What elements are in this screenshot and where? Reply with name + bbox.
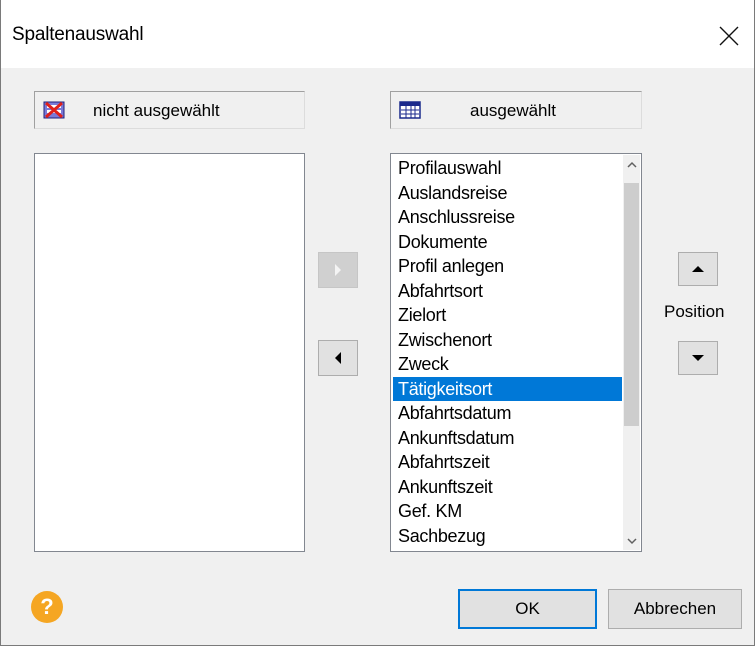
selected-list-scrollbar[interactable] <box>623 155 640 550</box>
arrow-right-icon <box>335 264 341 276</box>
close-icon <box>719 26 739 46</box>
chevron-down-icon <box>626 537 637 544</box>
list-item[interactable]: Profil anlegen <box>393 254 622 279</box>
list-item[interactable]: Zwischenort <box>393 328 622 353</box>
selected-label: ausgewählt <box>470 101 557 120</box>
window-title: Spaltenauswahl <box>12 24 144 45</box>
list-item[interactable]: Abfahrtsdatum <box>393 401 622 426</box>
arrow-up-icon <box>692 266 704 272</box>
list-item[interactable]: Profilauswahl <box>393 156 622 181</box>
add-column-button[interactable] <box>318 252 358 288</box>
list-item[interactable]: Ankunftszeit <box>393 475 622 500</box>
selected-header: ausgewählt <box>390 91 642 129</box>
list-item[interactable]: Tätigkeitsort <box>393 376 622 401</box>
list-item[interactable]: Zweck <box>393 352 622 377</box>
list-item[interactable]: Ankunftsdatum <box>393 426 622 451</box>
not-selected-header: nicht ausgewählt <box>34 91 305 129</box>
list-item[interactable]: Gef. KM <box>393 499 622 524</box>
list-item[interactable]: Abfahrtsort <box>393 279 622 304</box>
move-up-button[interactable] <box>678 252 718 286</box>
columns-table-icon <box>399 101 421 119</box>
arrow-down-icon <box>692 355 704 361</box>
arrow-left-icon <box>335 352 341 364</box>
help-button[interactable]: ? <box>31 591 63 623</box>
selected-list[interactable]: Profilauswahl Auslandsreise Anschlussreise… <box>390 153 642 552</box>
selected-list-items: Profilauswahl Auslandsreise Anschlussreise… <box>393 156 622 549</box>
position-label: Position <box>664 302 725 321</box>
chevron-up-icon <box>626 161 637 168</box>
ok-button-label: OK <box>515 599 540 618</box>
list-item[interactable]: Auslandsreise <box>393 181 622 206</box>
columns-removed-icon <box>43 101 65 119</box>
cancel-button[interactable]: Abbrechen <box>608 589 742 629</box>
scroll-thumb[interactable] <box>624 183 639 426</box>
scroll-up-button[interactable] <box>623 156 640 173</box>
cancel-button-label: Abbrechen <box>633 599 717 618</box>
title-bar: Spaltenauswahl <box>0 0 755 68</box>
list-item[interactable]: Dokumente <box>393 230 622 255</box>
window-border-left <box>0 0 1 646</box>
help-icon: ? <box>40 594 54 619</box>
move-down-button[interactable] <box>678 341 718 375</box>
list-item[interactable]: Sachbezug <box>393 524 622 549</box>
list-item[interactable]: Anschlussreise <box>393 205 622 230</box>
list-item[interactable]: Zielort <box>393 303 622 328</box>
not-selected-list[interactable] <box>34 153 305 552</box>
ok-button[interactable]: OK <box>458 589 597 629</box>
not-selected-label: nicht ausgewählt <box>93 101 220 120</box>
remove-column-button[interactable] <box>318 340 358 376</box>
close-button[interactable] <box>711 18 747 54</box>
list-item[interactable]: Abfahrtszeit <box>393 450 622 475</box>
scroll-down-button[interactable] <box>623 532 640 549</box>
